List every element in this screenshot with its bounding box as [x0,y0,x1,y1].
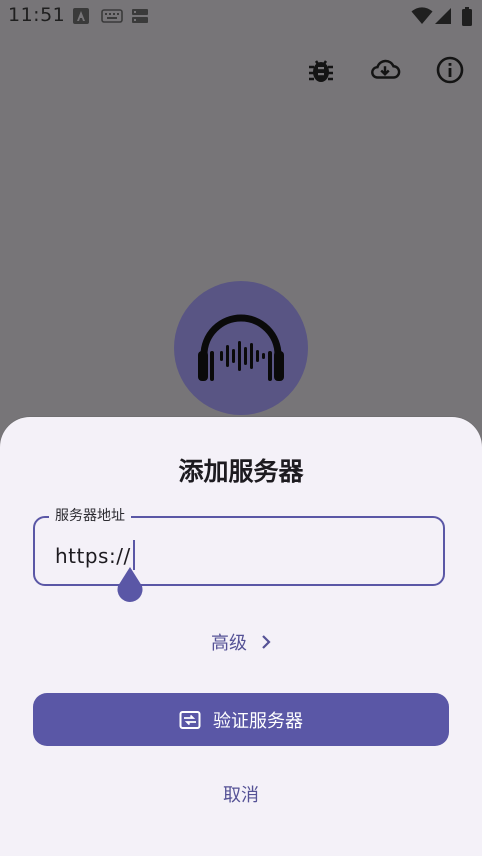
signal-icon [435,8,451,24]
app-logo [174,281,308,415]
keyboard-icon [101,9,123,23]
storage-icon [132,9,148,23]
chevron-right-icon [262,635,271,649]
server-address-label: 服务器地址 [49,507,131,525]
status-bar: 11:51 [0,0,482,32]
server-address-input[interactable]: 服务器地址 https:// [33,507,445,586]
advanced-label: 高级 [211,633,247,654]
text-caret [132,540,135,570]
text-cursor-handle[interactable] [115,567,145,603]
server-address-value[interactable]: https:// [55,540,135,570]
verify-icon [179,710,201,729]
battery-icon [462,7,472,26]
app-notification-icon [73,8,89,24]
cloud-download-icon[interactable] [369,54,401,86]
sheet-title: 添加服务器 [178,457,304,486]
add-server-sheet: 添加服务器 服务器地址 https:// 高级 验证服务器 取消 [0,417,482,856]
verify-server-button[interactable]: 验证服务器 [33,693,449,746]
info-icon[interactable] [434,54,466,86]
headphones-icon [198,314,284,381]
verify-server-label: 验证服务器 [213,710,303,732]
wifi-icon [411,7,433,24]
advanced-button[interactable]: 高级 [0,629,482,655]
status-time: 11:51 [8,4,66,26]
bug-icon[interactable] [305,54,337,86]
cancel-button[interactable]: 取消 [0,781,482,807]
